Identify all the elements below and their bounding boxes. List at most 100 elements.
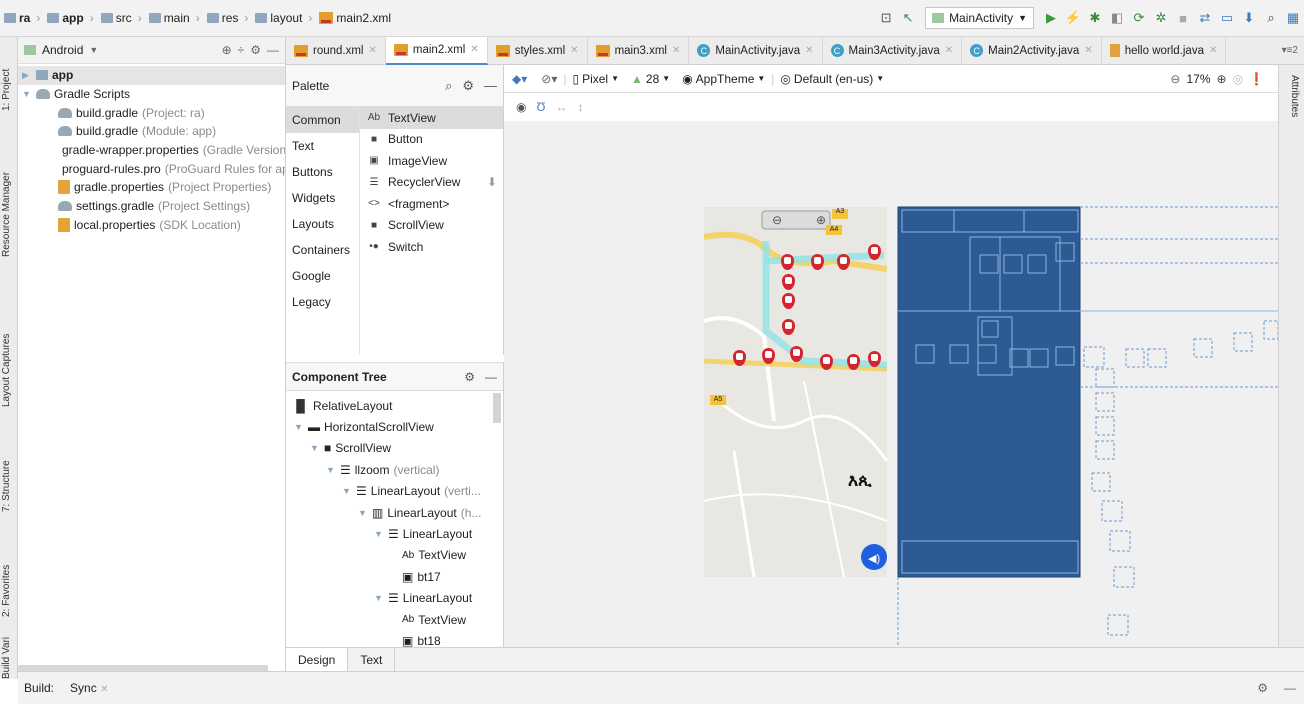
tree-item-proguard[interactable]: proguard-rules.pro (ProGuard Rules for ap [18,159,285,178]
tab-main3-xml[interactable]: main3.xml ✕ [588,36,690,65]
expand-horizontal-icon[interactable]: ↔ [555,100,567,114]
close-icon[interactable]: ✕ [369,45,377,56]
tree-node[interactable]: ▣ bt18 [286,630,503,647]
tree-node[interactable]: ▣ bt17 [286,566,503,587]
magnet-icon[interactable]: Ʊ [536,100,545,114]
build-icon[interactable]: ⊡ [877,9,895,27]
tab-list-icon[interactable]: ▾≡2 [1282,45,1298,56]
download-icon[interactable]: ⬇ [487,175,497,189]
hammer-icon[interactable]: ↖ [899,9,917,27]
palette-item-switch[interactable]: •● Switch [360,236,503,258]
warnings-icon[interactable]: ❗ [1249,72,1264,86]
tab-hello-world-java[interactable]: hello world.java ✕ [1102,36,1227,65]
tab-main2-xml[interactable]: main2.xml ✕ [385,36,488,65]
zoom-fit-icon[interactable]: ◎ [1233,72,1243,86]
breadcrumb-main2-xml[interactable]: main2.xml [319,11,391,25]
palette-item-button[interactable]: ■ Button [360,129,503,151]
avd-manager-icon[interactable]: ▭ [1218,9,1236,27]
layout-captures-tab[interactable]: Layout Captures [1,297,17,407]
gear-icon[interactable]: ⚙ [1257,681,1268,695]
tab-main2activity-java[interactable]: C Main2Activity.java ✕ [962,36,1102,65]
vertical-scrollbar[interactable] [493,393,501,423]
tab-styles-xml[interactable]: styles.xml ✕ [488,36,588,65]
tree-item-gradle-properties[interactable]: gradle.properties (Project Properties) [18,178,285,197]
device-dropdown[interactable]: ▯ Pixel ▼ [572,72,619,86]
palette-item-imageview[interactable]: ▣ ImageView [360,150,503,172]
palette-category-widgets[interactable]: Widgets [286,185,359,211]
hide-icon[interactable]: — [485,370,497,384]
tree-item-app[interactable]: ▶ app [18,66,285,85]
breadcrumb-ra[interactable]: ra › [4,11,43,25]
sync-gradle-icon[interactable]: ⇄ [1196,9,1214,27]
apply-changes-icon[interactable]: ⚡ [1064,9,1082,27]
profile-icon[interactable]: ◧ [1108,9,1126,27]
palette-category-common[interactable]: Common [286,107,359,133]
tab-design[interactable]: Design [286,647,349,672]
tree-node[interactable]: Ab TextView [286,609,503,630]
palette-item-scrollview[interactable]: ■ ScrollView [360,215,503,237]
close-icon[interactable]: ✕ [945,45,953,56]
breadcrumb-main[interactable]: main › [148,11,203,25]
palette-item-fragment[interactable]: <> <fragment> [360,193,503,215]
zoom-out-icon[interactable]: ⊖ [1170,72,1180,86]
collapse-icon[interactable]: ÷ [238,43,245,57]
project-view-dropdown[interactable]: Android [42,43,83,57]
tab-round-xml[interactable]: round.xml ✕ [286,36,386,65]
build-sync-tab[interactable]: Sync ✕ [70,681,108,695]
palette-category-layouts[interactable]: Layouts [286,211,359,237]
tree-node[interactable]: ▼ ☰ LinearLayout [286,523,503,544]
expand-vertical-icon[interactable]: ↕ [577,100,583,114]
tree-node[interactable]: ▼ ☰ LinearLayout [286,588,503,609]
eye-icon[interactable]: ◉ [516,100,526,114]
structure-tab[interactable]: 7: Structure [1,432,17,512]
tree-item-gradle-wrapper[interactable]: gradle-wrapper.properties (Gradle Version [18,141,285,160]
tree-node[interactable]: ▼ ☰ LinearLayout (verti... [286,481,503,502]
close-icon[interactable]: ✕ [470,44,478,55]
tree-item-local-properties[interactable]: local.properties (SDK Location) [18,216,285,235]
search-icon[interactable]: ⌕ [1262,9,1280,27]
sdk-manager-icon[interactable]: ⬇ [1240,9,1258,27]
close-icon[interactable]: ✕ [570,45,578,56]
hide-icon[interactable]: — [1284,681,1296,695]
gear-icon[interactable]: ⚙ [464,370,475,384]
search-icon[interactable]: ⌕ [445,78,452,94]
tab-text[interactable]: Text [348,647,396,672]
tree-node[interactable]: ▼ ☰ llzoom (vertical) [286,459,503,480]
tree-item-build-gradle-project[interactable]: build.gradle (Project: ra) [18,103,285,122]
project-structure-icon[interactable]: ▦ [1284,9,1302,27]
close-icon[interactable]: ✕ [1209,45,1217,56]
close-icon[interactable]: ✕ [1084,45,1092,56]
stop-icon[interactable]: ■ [1174,9,1192,27]
tree-item-gradle-scripts[interactable]: ▼ Gradle Scripts [18,85,285,104]
tree-item-build-gradle-module[interactable]: build.gradle (Module: app) [18,122,285,141]
run-configuration-dropdown[interactable]: MainActivity ▼ [925,7,1034,29]
design-canvas[interactable]: ⊖ ⊕ ◀) A3 A4 A5 እጲ [504,121,1278,647]
locate-icon[interactable]: ⊕ [222,43,232,57]
build-variants-tab[interactable]: Build Variants [1,637,17,679]
breadcrumb-src[interactable]: src › [100,11,145,25]
project-tool-tab[interactable]: 1: Project [1,41,17,111]
breadcrumb-layout[interactable]: layout › [255,11,315,25]
close-icon[interactable]: ✕ [672,45,680,56]
resource-manager-tab[interactable]: Resource Manager [1,137,17,257]
palette-category-legacy[interactable]: Legacy [286,289,359,315]
palette-category-text[interactable]: Text [286,133,359,159]
palette-category-buttons[interactable]: Buttons [286,159,359,185]
zoom-in-icon[interactable]: ⊕ [1217,72,1227,86]
attributes-tab[interactable]: Attributes [1284,75,1300,165]
tree-node[interactable]: ▼ ▥ LinearLayout (h... [286,502,503,523]
hide-icon[interactable]: — [267,43,279,57]
gear-icon[interactable]: ⚙ [250,43,261,57]
tab-main3activity-java[interactable]: C Main3Activity.java ✕ [823,36,963,65]
gear-icon[interactable]: ⚙ [462,78,474,94]
locale-dropdown[interactable]: ◎ Default (en-us) ▼ [780,72,884,86]
palette-category-containers[interactable]: Containers [286,237,359,263]
breadcrumb-res[interactable]: res › [206,11,252,25]
close-icon[interactable]: ✕ [805,45,813,56]
favorites-tab[interactable]: 2: Favorites [1,537,17,617]
palette-item-textview[interactable]: Ab TextView [360,107,503,129]
tab-mainactivity-java[interactable]: C MainActivity.java ✕ [689,36,823,65]
palette-category-google[interactable]: Google [286,263,359,289]
breadcrumb-app[interactable]: app › [47,11,96,25]
tree-item-settings-gradle[interactable]: settings.gradle (Project Settings) [18,197,285,216]
